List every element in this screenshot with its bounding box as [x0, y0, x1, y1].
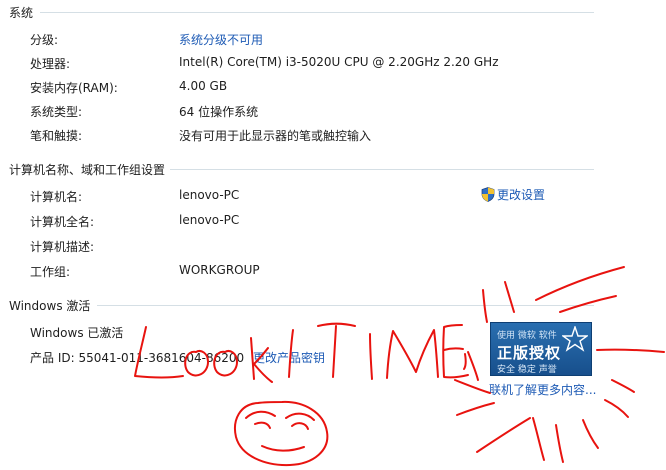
processor-value: Intel(R) Core(TM) i3-5020U CPU @ 2.20GHz…: [179, 55, 499, 69]
pen-touch-label: 笔和触摸:: [30, 129, 83, 143]
rating-link[interactable]: 系统分级不可用: [179, 31, 263, 48]
rating-label: 分级:: [30, 33, 59, 47]
badge-sub-text: 安全 稳定 声誉: [497, 365, 557, 375]
system-type-value: 64 位操作系统: [179, 105, 259, 119]
full-computer-name-value: lenovo-PC: [179, 213, 240, 227]
full-computer-name-label: 计算机全名:: [30, 215, 95, 229]
product-id: 产品 ID: 55041-011-3681604-86200: [30, 351, 245, 365]
pen-touch-value: 没有可用于此显示器的笔或触控输入: [179, 129, 372, 143]
ram-label: 安装内存(RAM):: [30, 81, 118, 95]
change-product-key-link[interactable]: 更改产品密钥: [253, 349, 325, 366]
processor-label: 处理器:: [30, 57, 71, 71]
activation-status: Windows 已激活: [30, 326, 124, 340]
change-settings-link[interactable]: 更改设置: [481, 186, 545, 203]
activation-section-divider: [97, 305, 594, 306]
workgroup-label: 工作组:: [30, 265, 71, 279]
activation-section-header: Windows 激活: [9, 299, 91, 313]
computer-section-divider: [170, 169, 594, 170]
computer-name-value: lenovo-PC: [179, 188, 240, 202]
change-settings-label[interactable]: 更改设置: [497, 186, 545, 203]
learn-more-online-link[interactable]: 联机了解更多内容...: [489, 381, 596, 398]
uac-shield-icon: [481, 187, 495, 202]
computer-section-header: 计算机名称、域和工作组设置: [9, 163, 166, 177]
ram-value: 4.00 GB: [179, 79, 228, 93]
badge-main-text: 正版授权: [497, 344, 562, 362]
genuine-microsoft-badge: 使用 微软 软件 正版授权 安全 稳定 声誉: [490, 322, 592, 376]
system-type-label: 系统类型:: [30, 105, 83, 119]
workgroup-value: WORKGROUP: [179, 263, 260, 277]
system-section-header: 系统: [9, 6, 34, 20]
badge-top-text: 使用 微软 软件: [497, 331, 557, 341]
system-section-divider: [40, 12, 594, 13]
star-icon: [562, 326, 588, 352]
computer-name-label: 计算机名:: [30, 190, 83, 204]
computer-description-label: 计算机描述:: [30, 240, 95, 254]
red-scribble-annotation: [134, 266, 665, 467]
